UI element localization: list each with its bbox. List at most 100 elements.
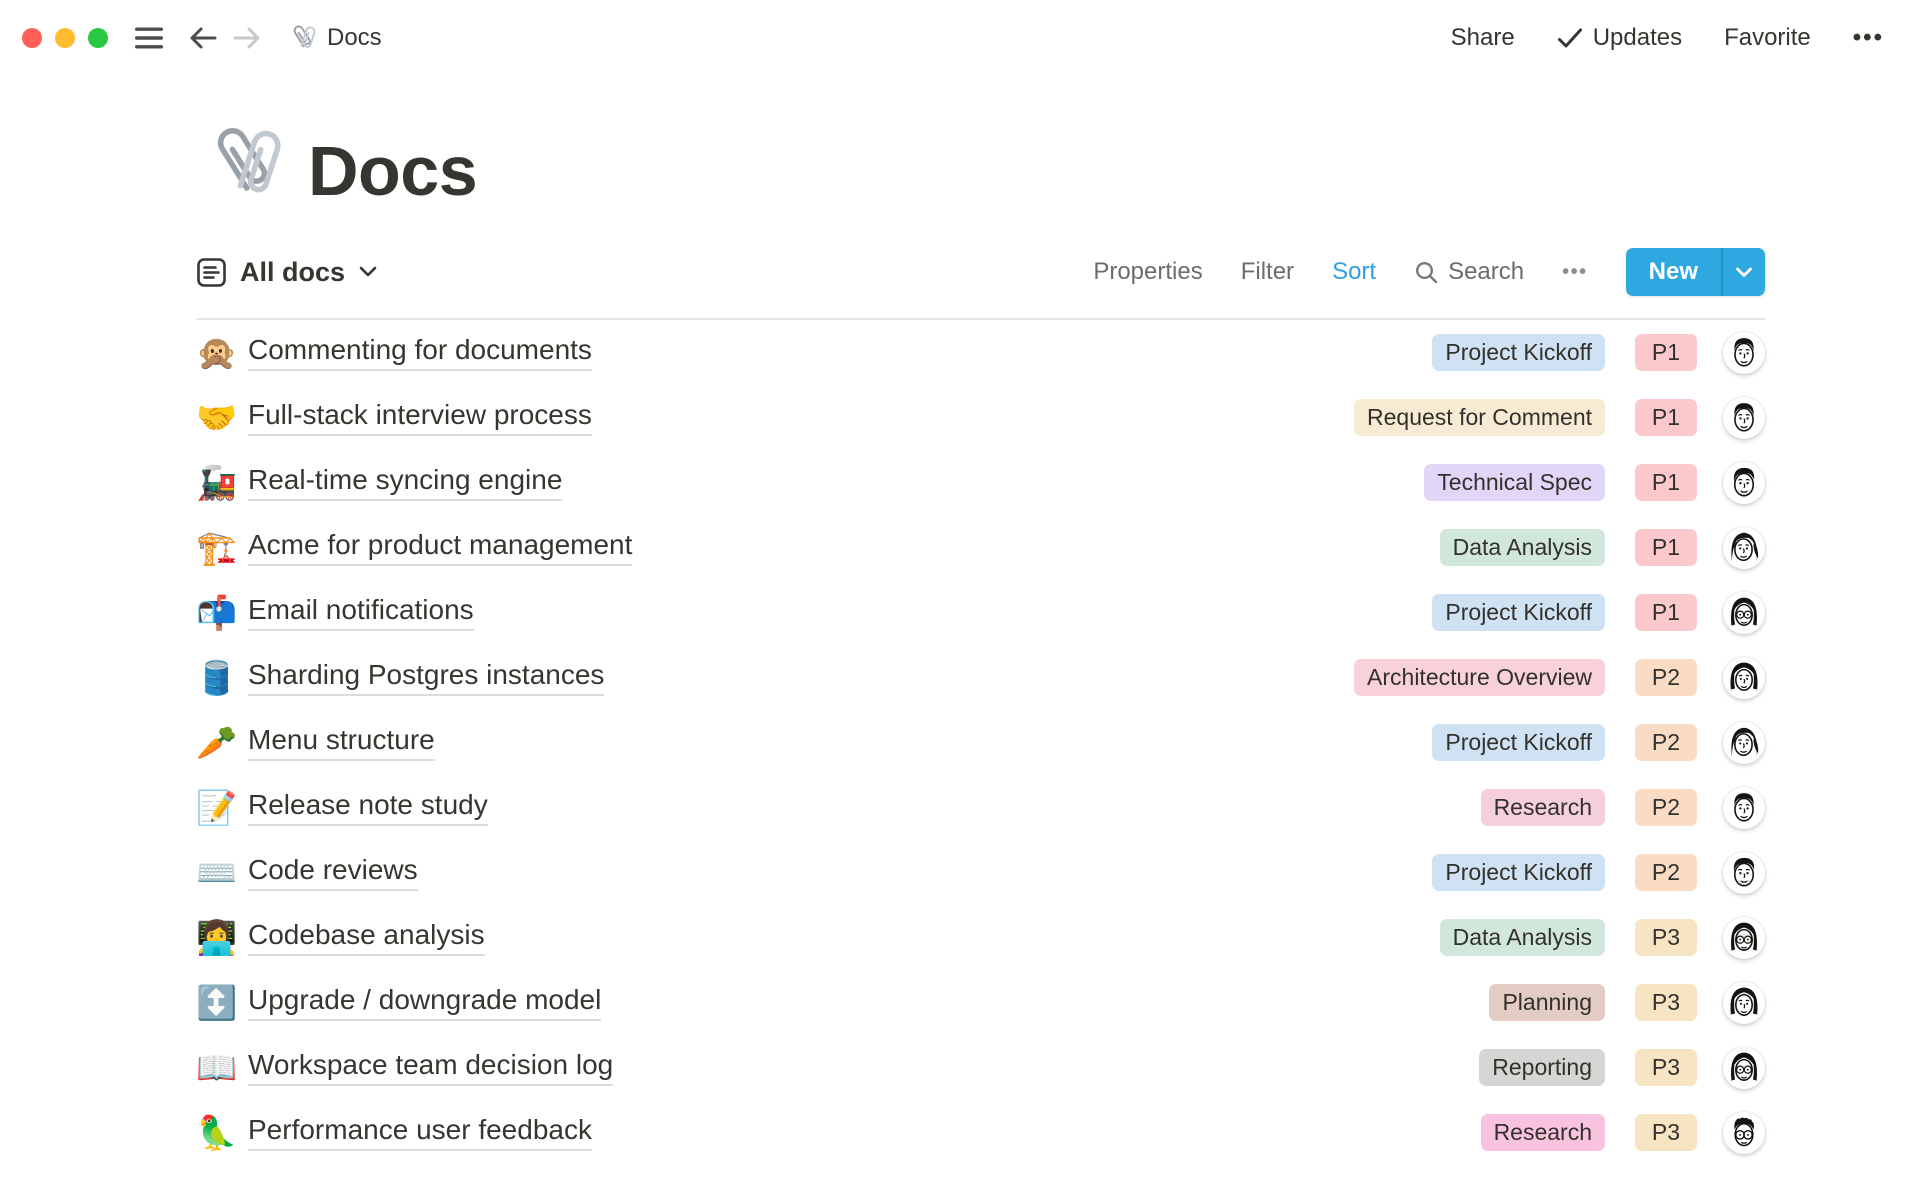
search-label: Search xyxy=(1448,258,1524,286)
assignee-avatar xyxy=(1723,657,1765,699)
doc-row[interactable]: 📝 Release note study Research P2 xyxy=(196,775,1765,840)
avatar-illustration xyxy=(1723,787,1765,829)
avatar-illustration xyxy=(1723,917,1765,959)
window-controls xyxy=(22,28,108,48)
doc-type-tag: Project Kickoff xyxy=(1432,854,1605,892)
new-button[interactable]: New xyxy=(1626,248,1721,296)
doc-row[interactable]: 👩‍💻 Codebase analysis Data Analysis P3 xyxy=(196,905,1765,970)
doc-row[interactable]: 📖 Workspace team decision log Reporting … xyxy=(196,1035,1765,1100)
doc-title-link[interactable]: Commenting for documents xyxy=(248,334,592,371)
assignee-avatar xyxy=(1723,527,1765,569)
doc-emoji: 🚂 xyxy=(196,466,248,499)
back-button[interactable] xyxy=(188,25,218,51)
forward-button[interactable] xyxy=(232,25,262,51)
hamburger-icon xyxy=(134,26,164,50)
doc-type-tag: Data Analysis xyxy=(1440,529,1605,567)
doc-type-tag: Reporting xyxy=(1479,1049,1605,1087)
doc-row[interactable]: 🦜 Performance user feedback Research P3 xyxy=(196,1100,1765,1165)
doc-title-link[interactable]: Email notifications xyxy=(248,594,474,631)
doc-title-link[interactable]: Code reviews xyxy=(248,854,418,891)
page-content: Docs All docs Properties Filter Sort xyxy=(0,118,1920,1165)
doc-title-link[interactable]: Menu structure xyxy=(248,724,435,761)
doc-type-tag: Research xyxy=(1481,1114,1605,1152)
priority-badge: P3 xyxy=(1635,984,1697,1021)
docs-list: 🙊 Commenting for documents Project Kicko… xyxy=(196,320,1765,1165)
priority-badge: P1 xyxy=(1635,594,1697,631)
doc-row[interactable]: ⌨️ Code reviews Project Kickoff P2 xyxy=(196,840,1765,905)
doc-row[interactable]: 🚂 Real-time syncing engine Technical Spe… xyxy=(196,450,1765,515)
doc-type-tag: Architecture Overview xyxy=(1354,659,1605,697)
search-icon xyxy=(1414,260,1439,285)
page-icon-paperclip[interactable] xyxy=(196,118,288,210)
doc-row[interactable]: 🤝 Full-stack interview process Request f… xyxy=(196,385,1765,450)
priority-badge: P2 xyxy=(1635,854,1697,891)
toolbar-more-button[interactable]: ••• xyxy=(1562,261,1588,284)
page-header: Docs xyxy=(196,118,1765,210)
doc-title-link[interactable]: Codebase analysis xyxy=(248,919,485,956)
sort-button[interactable]: Sort xyxy=(1332,258,1376,286)
doc-title-link[interactable]: Release note study xyxy=(248,789,488,826)
zoom-window-button[interactable] xyxy=(88,28,108,48)
page-title: Docs xyxy=(308,134,477,210)
assignee-avatar xyxy=(1723,397,1765,439)
avatar-illustration xyxy=(1723,722,1765,764)
favorite-button[interactable]: Favorite xyxy=(1724,24,1811,52)
doc-row[interactable]: 📬 Email notifications Project Kickoff P1 xyxy=(196,580,1765,645)
assignee-avatar xyxy=(1723,917,1765,959)
avatar-illustration xyxy=(1723,1112,1765,1154)
titlebar-actions: Share Updates Favorite ••• xyxy=(1451,24,1884,52)
doc-emoji: 🤝 xyxy=(196,401,248,434)
minimize-window-button[interactable] xyxy=(55,28,75,48)
doc-type-tag: Technical Spec xyxy=(1424,464,1605,502)
assignee-avatar xyxy=(1723,462,1765,504)
doc-type-tag: Research xyxy=(1481,789,1605,827)
doc-title-link[interactable]: Sharding Postgres instances xyxy=(248,659,604,696)
avatar-illustration xyxy=(1723,852,1765,894)
priority-badge: P1 xyxy=(1635,334,1697,371)
avatar-illustration xyxy=(1723,592,1765,634)
doc-emoji: 📖 xyxy=(196,1051,248,1084)
doc-row[interactable]: 🏗️ Acme for product management Data Anal… xyxy=(196,515,1765,580)
doc-emoji: 👩‍💻 xyxy=(196,921,248,954)
doc-title-link[interactable]: Upgrade / downgrade model xyxy=(248,984,601,1021)
doc-title-link[interactable]: Real-time syncing engine xyxy=(248,464,562,501)
avatar-illustration xyxy=(1723,462,1765,504)
assignee-avatar xyxy=(1723,982,1765,1024)
chevron-down-icon xyxy=(1735,266,1753,279)
assignee-avatar xyxy=(1723,787,1765,829)
chevron-down-icon xyxy=(358,265,378,279)
doc-title-link[interactable]: Full-stack interview process xyxy=(248,399,592,436)
priority-badge: P1 xyxy=(1635,529,1697,566)
doc-type-tag: Data Analysis xyxy=(1440,919,1605,957)
new-dropdown-button[interactable] xyxy=(1721,248,1765,296)
doc-row[interactable]: 🙊 Commenting for documents Project Kicko… xyxy=(196,320,1765,385)
updates-button[interactable]: Updates xyxy=(1557,24,1682,52)
view-toolbar: All docs Properties Filter Sort Search •… xyxy=(196,248,1765,296)
avatar-illustration xyxy=(1723,1047,1765,1089)
doc-emoji: ↕️ xyxy=(196,986,248,1019)
view-switcher[interactable]: All docs xyxy=(196,257,378,288)
assignee-avatar xyxy=(1723,722,1765,764)
titlebar: Docs Share Updates Favorite ••• xyxy=(0,0,1920,76)
doc-row[interactable]: ↕️ Upgrade / downgrade model Planning P3 xyxy=(196,970,1765,1035)
sidebar-toggle-button[interactable] xyxy=(134,26,164,50)
titlebar-page-title: Docs xyxy=(327,24,382,52)
check-icon xyxy=(1557,27,1583,49)
close-window-button[interactable] xyxy=(22,28,42,48)
assignee-avatar xyxy=(1723,332,1765,374)
properties-button[interactable]: Properties xyxy=(1093,258,1202,286)
doc-title-link[interactable]: Acme for product management xyxy=(248,529,632,566)
doc-title-link[interactable]: Performance user feedback xyxy=(248,1114,592,1151)
share-button[interactable]: Share xyxy=(1451,24,1515,52)
doc-emoji: 🛢️ xyxy=(196,661,248,694)
doc-type-tag: Project Kickoff xyxy=(1432,724,1605,762)
doc-emoji: 🏗️ xyxy=(196,531,248,564)
search-button[interactable]: Search xyxy=(1414,258,1524,286)
app-window: Docs Share Updates Favorite ••• Docs All… xyxy=(0,0,1920,1165)
avatar-illustration xyxy=(1723,982,1765,1024)
doc-row[interactable]: 🛢️ Sharding Postgres instances Architect… xyxy=(196,645,1765,710)
doc-title-link[interactable]: Workspace team decision log xyxy=(248,1049,613,1086)
more-options-button[interactable]: ••• xyxy=(1853,24,1884,52)
filter-button[interactable]: Filter xyxy=(1241,258,1294,286)
doc-row[interactable]: 🥕 Menu structure Project Kickoff P2 xyxy=(196,710,1765,775)
